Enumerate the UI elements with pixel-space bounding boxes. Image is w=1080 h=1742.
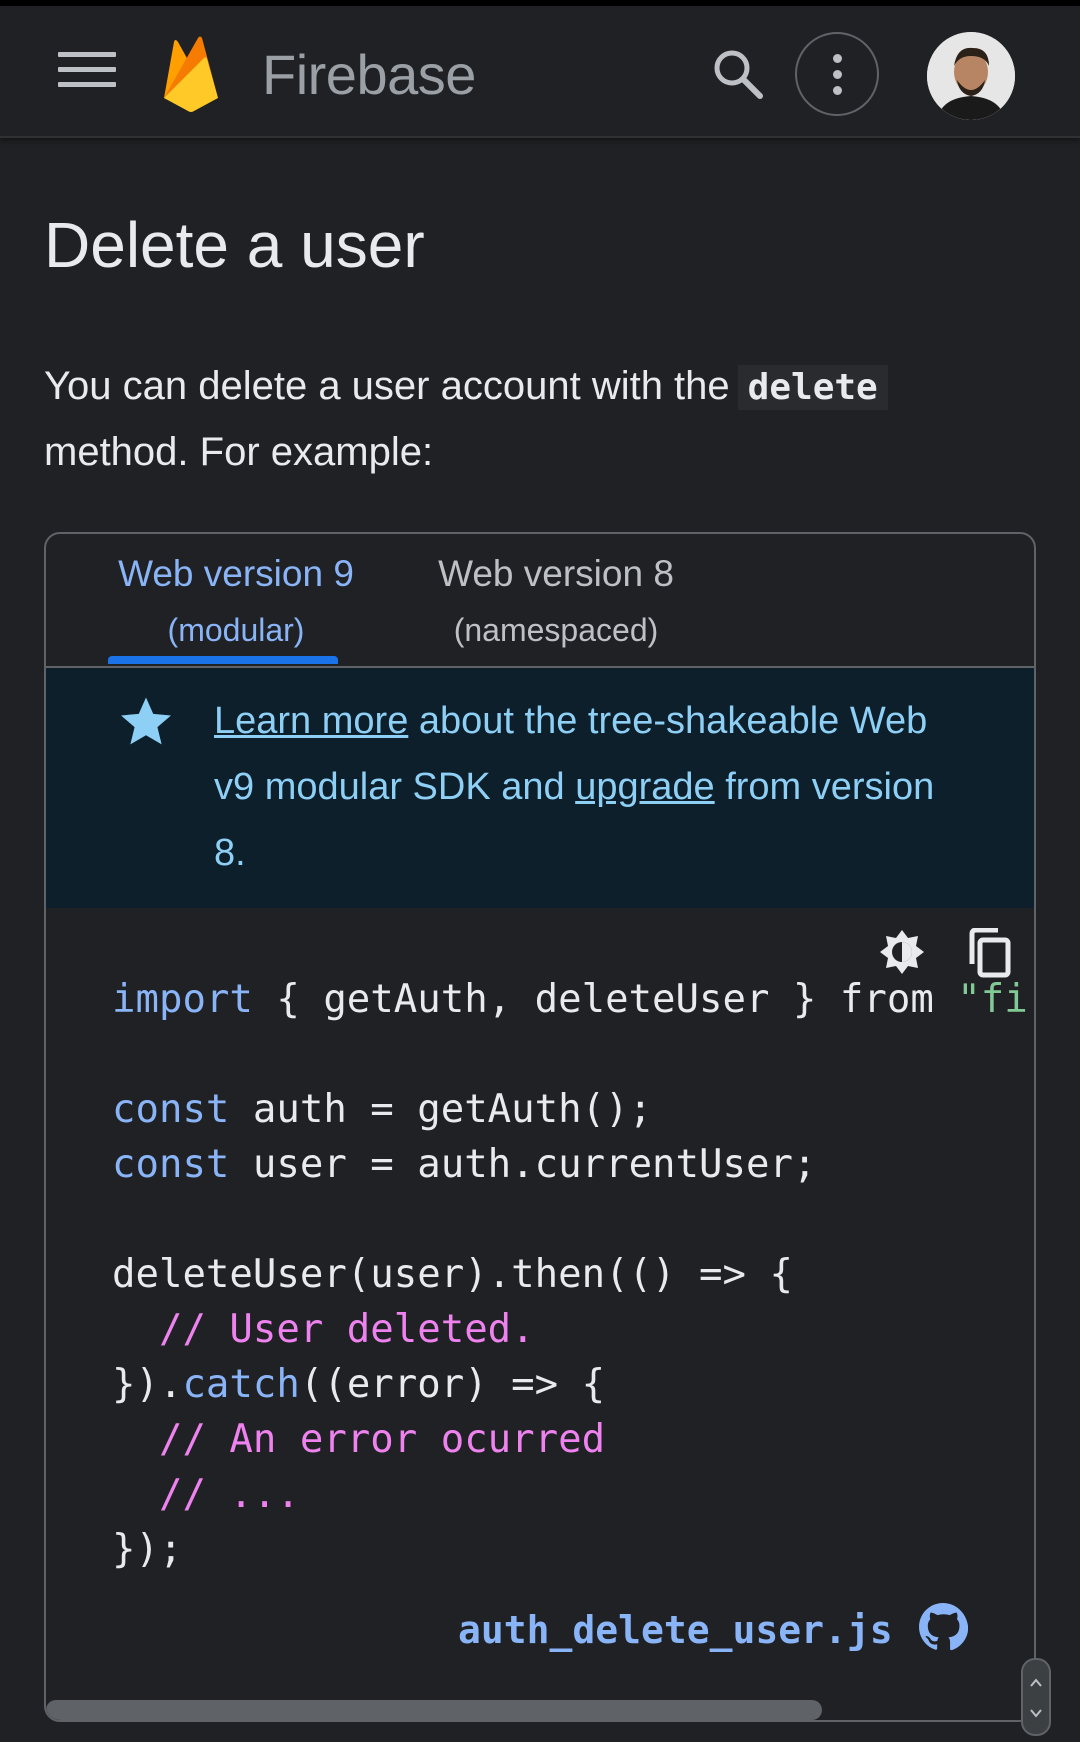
learn-more-link[interactable]: Learn more xyxy=(214,700,408,742)
code-token: }). xyxy=(112,1362,183,1407)
code-token: "fir xyxy=(957,977,1034,1022)
code-token: { getAuth, deleteUser } from xyxy=(252,977,958,1022)
search-icon[interactable] xyxy=(708,44,768,104)
more-vert-icon[interactable] xyxy=(795,32,879,116)
code-listing: import { getAuth, deleteUser } from "fir… xyxy=(112,972,1034,1577)
brand-name[interactable]: Firebase xyxy=(262,42,476,107)
copy-icon[interactable] xyxy=(966,928,1012,978)
code-comment: // An error ocurred xyxy=(112,1417,606,1462)
code-block: import { getAuth, deleteUser } from "fir… xyxy=(46,908,1034,1720)
intro-paragraph: You can delete a user account with the de… xyxy=(44,354,1004,485)
code-token: user = auth.currentUser; xyxy=(229,1142,817,1187)
tab-bar: Web version 9 (modular) Web version 8 (n… xyxy=(46,534,1034,668)
horizontal-scrollbar[interactable] xyxy=(46,1700,822,1720)
banner-text: Learn more about the tree-shakeable Web … xyxy=(214,688,954,886)
firebase-logo[interactable] xyxy=(160,34,222,114)
top-app-bar: Firebase xyxy=(0,0,1080,138)
active-tab-indicator xyxy=(108,656,338,664)
intro-text-end: method. For example: xyxy=(44,430,434,474)
code-comment: // User deleted. xyxy=(112,1307,535,1352)
code-token: const xyxy=(112,1142,230,1187)
code-comment: // ... xyxy=(112,1472,300,1517)
tab-web-v8[interactable]: Web version 8 (namespaced) xyxy=(406,546,706,658)
upgrade-link[interactable]: upgrade xyxy=(575,766,714,808)
code-line: deleteUser(user).then(() => { xyxy=(112,1252,793,1297)
tab-sublabel: (namespaced) xyxy=(453,612,659,648)
code-token: ((error) => { xyxy=(299,1362,606,1407)
user-avatar[interactable] xyxy=(927,32,1015,120)
tab-label: Web version 8 xyxy=(438,553,674,594)
tab-sublabel: (modular) xyxy=(167,612,305,648)
code-sample-card: Web version 9 (modular) Web version 8 (n… xyxy=(44,532,1036,1722)
code-token: import xyxy=(112,977,253,1022)
code-token: auth = getAuth(); xyxy=(229,1087,653,1132)
intro-text: You can delete a user account with the xyxy=(44,364,730,408)
page-title: Delete a user xyxy=(44,209,425,281)
code-token: const xyxy=(112,1087,230,1132)
theme-toggle-icon[interactable] xyxy=(878,928,926,976)
menu-icon[interactable] xyxy=(58,52,116,96)
source-file-link[interactable]: auth_delete_user.js xyxy=(458,1608,893,1652)
code-line: }); xyxy=(112,1527,183,1572)
inline-code-delete: delete xyxy=(737,365,888,410)
info-banner: Learn more about the tree-shakeable Web … xyxy=(46,668,1034,908)
tab-web-v9[interactable]: Web version 9 (modular) xyxy=(86,546,386,658)
tab-label: Web version 9 xyxy=(118,553,354,594)
star-icon xyxy=(121,697,171,745)
github-icon[interactable] xyxy=(918,1602,968,1652)
code-token: catch xyxy=(182,1362,300,1407)
vertical-scrollbar[interactable] xyxy=(1021,1658,1051,1736)
